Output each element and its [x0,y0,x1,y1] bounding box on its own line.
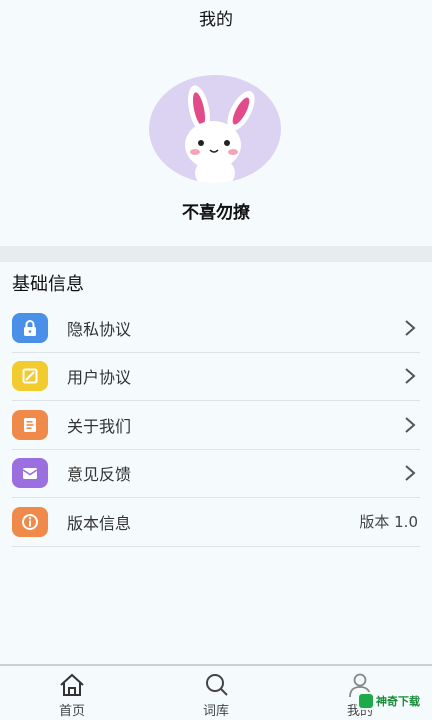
info-icon [12,506,48,537]
page-title: 我的 [199,10,233,30]
menu-item-label: 隐私协议 [67,319,132,339]
page-header: 我的 [0,0,432,40]
section-title: 基础信息 [12,274,84,295]
menu-item-privacy[interactable]: 隐私协议 [12,304,420,353]
tab-label: 首页 [58,704,85,719]
menu-item-about-us[interactable]: 关于我们 [12,401,420,450]
tab-label: 词库 [202,704,229,719]
menu-item-label: 用户协议 [67,368,132,388]
section-divider [0,246,432,262]
chevron-right-icon [400,415,420,435]
avatar[interactable] [149,75,281,183]
menu-item-version[interactable]: 版本信息 版本 1.0 [12,498,420,547]
menu-item-label: 关于我们 [67,416,132,436]
watermark-text: 神奇下载 [376,695,420,708]
menu-item-user-agreement[interactable]: 用户协议 [12,353,420,401]
tab-dictionary[interactable]: 词库 [144,666,288,720]
edit-note-icon [12,361,48,392]
document-icon [12,409,48,440]
chevron-right-icon [400,318,420,338]
menu-item-label: 版本信息 [67,513,132,533]
tab-home[interactable]: 首页 [0,666,144,720]
bunny-avatar-icon [185,85,255,183]
lock-icon [12,312,48,343]
user-nickname: 不喜勿撩 [182,203,250,223]
home-icon [60,673,84,696]
chevron-right-icon [400,463,420,483]
menu-item-feedback[interactable]: 意见反馈 [12,450,420,498]
menu-item-label: 意见反馈 [67,465,132,485]
chevron-right-icon [400,366,420,386]
mail-icon [12,458,48,489]
search-icon [206,674,228,696]
watermark: 神奇下载 [357,692,422,710]
watermark-logo-icon [359,694,373,708]
settings-menu: 隐私协议 用户协议 关于我们 意见反馈 版本信息 版本 1.0 [0,304,432,547]
version-value: 版本 1.0 [359,513,418,532]
profile-section: 不喜勿撩 [0,40,432,246]
